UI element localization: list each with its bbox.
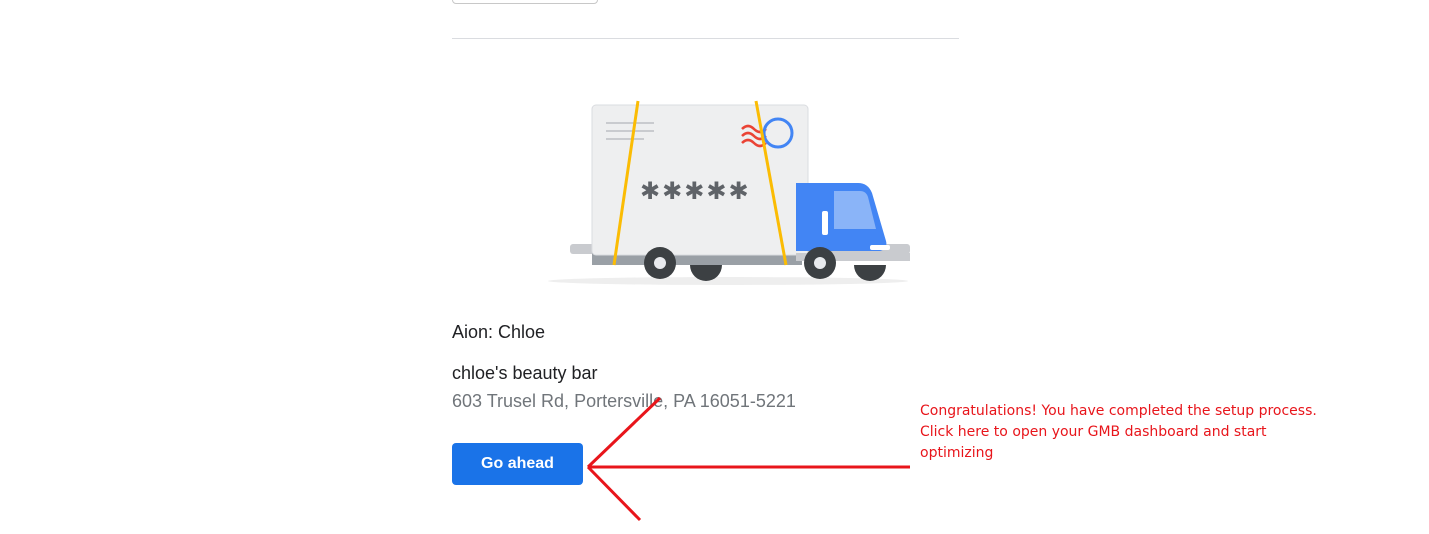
section-divider [452,38,959,39]
annotation-note: Congratulations! You have completed the … [920,401,1340,464]
mail-truck-illustration: ✱✱✱✱✱ [548,100,910,285]
business-address: 603 Trusel Rd, Portersville, PA 16051-52… [452,391,796,411]
go-ahead-button[interactable]: Go ahead [452,443,583,485]
annotation-line: Click here to open your GMB dashboard an… [920,424,1267,440]
previous-step-button[interactable] [452,0,598,4]
business-name: chloe's beauty bar [452,363,598,383]
postcard-code-text: ✱✱✱✱✱ [640,177,751,205]
account-name: Aion: Chloe [452,322,546,342]
annotation-line: Congratulations! You have completed the … [920,403,1317,419]
annotation-line: optimizing [920,445,994,461]
